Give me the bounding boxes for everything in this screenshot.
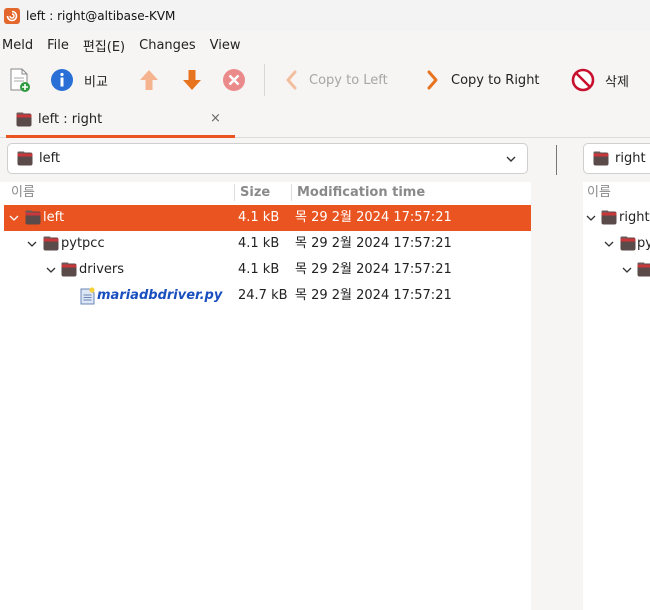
tree-row-name: py	[637, 236, 650, 251]
folder-icon	[25, 210, 41, 225]
menu-edit[interactable]: 편집(E)	[80, 36, 133, 55]
info-icon	[51, 69, 73, 91]
tab-label: left : right	[38, 112, 103, 127]
title-bar: left : right@altibase-KVM	[0, 0, 650, 31]
folder-icon	[61, 262, 77, 277]
compare-button[interactable]: 비교	[50, 65, 108, 95]
toolbar: 비교 Copy to Left Copy to Right 삭제	[0, 59, 650, 101]
toolbar-separator	[264, 64, 265, 96]
menu-bar: Meld File 편집(E) Changes View	[0, 31, 650, 59]
chevron-down-icon[interactable]	[604, 240, 614, 248]
right-path-label: right	[615, 151, 646, 166]
window-title: left : right@altibase-KVM	[26, 8, 176, 23]
stop-button[interactable]	[222, 65, 246, 95]
column-header-name[interactable]: 이름	[11, 182, 35, 204]
tab-close-icon[interactable]: ×	[210, 111, 221, 126]
chevron-left-icon	[286, 70, 297, 90]
folder-icon	[17, 151, 33, 166]
copy-to-right-button[interactable]: Copy to Right	[425, 65, 540, 95]
arrow-up-icon	[140, 70, 158, 90]
path-bar: left right	[0, 138, 650, 182]
folder-icon	[16, 112, 32, 127]
tree-row-mariadbdriver[interactable]: mariadbdriver.py 24.7 kB 목 29 2월 2024 17…	[4, 283, 531, 309]
new-comparison-button[interactable]	[8, 65, 32, 95]
tree-row-left[interactable]: left 4.1 kB 목 29 2월 2024 17:57:21	[4, 205, 531, 231]
tree-row-name: mariadbdriver.py	[97, 288, 223, 303]
column-separator	[234, 184, 235, 201]
chevron-down-icon[interactable]	[27, 240, 37, 248]
chevron-down-icon[interactable]	[586, 214, 596, 222]
copy-to-left-label: Copy to Left	[309, 72, 388, 88]
tree-row-size: 4.1 kB	[238, 262, 280, 277]
column-header-name[interactable]: 이름	[587, 182, 611, 204]
tree-row-right[interactable]: right	[583, 205, 650, 231]
chevron-down-icon[interactable]	[9, 214, 19, 222]
tree-row-size: 4.1 kB	[238, 236, 280, 251]
tree-row-name: drivers	[79, 262, 125, 277]
tab-strip: left : right ×	[0, 101, 650, 138]
menu-file[interactable]: File	[44, 38, 77, 53]
new-file-icon	[80, 287, 95, 305]
column-separator	[291, 184, 292, 201]
right-tree-pane[interactable]: 이름 right py	[583, 182, 650, 610]
menu-meld[interactable]: Meld	[0, 38, 41, 53]
tree-row-name: left	[43, 210, 65, 225]
column-header-mtime[interactable]: Modification time	[297, 182, 425, 204]
delete-button[interactable]: 삭제	[571, 65, 629, 95]
folder-icon	[593, 151, 609, 166]
menu-view[interactable]: View	[207, 38, 249, 53]
tree-row-size: 4.1 kB	[238, 210, 280, 225]
chevron-down-icon	[506, 156, 516, 162]
menu-changes[interactable]: Changes	[136, 38, 204, 53]
meld-app-icon	[4, 7, 20, 24]
new-document-icon	[10, 68, 30, 92]
pane-gutter	[531, 182, 583, 610]
folder-icon	[601, 210, 617, 225]
tree-row-mtime: 목 29 2월 2024 17:57:21	[295, 210, 452, 225]
cancel-icon	[223, 69, 245, 91]
next-change-button[interactable]	[181, 65, 203, 95]
folder-icon	[637, 262, 650, 277]
tree-row-py[interactable]: py	[583, 231, 650, 257]
pane-divider	[556, 145, 557, 175]
tree-row-size: 24.7 kB	[238, 288, 288, 303]
chevron-right-icon	[427, 70, 438, 90]
chevron-down-icon[interactable]	[46, 266, 56, 274]
tree-row-name: pytpcc	[61, 236, 105, 251]
right-path-combo[interactable]: right	[583, 143, 650, 174]
tree-row-mtime: 목 29 2월 2024 17:57:21	[295, 236, 452, 251]
folder-icon	[620, 236, 636, 251]
arrow-down-icon	[183, 70, 201, 90]
delete-label: 삭제	[605, 74, 629, 90]
tree-row-name: right	[619, 210, 650, 225]
tab-left-right[interactable]: left : right ×	[6, 101, 235, 138]
no-entry-icon	[571, 68, 595, 92]
copy-to-left-button[interactable]: Copy to Left	[283, 65, 388, 95]
tree-row-mtime: 목 29 2월 2024 17:57:21	[295, 288, 452, 303]
left-path-label: left	[39, 151, 61, 166]
tree-row-drivers-right[interactable]	[583, 257, 650, 283]
copy-to-right-label: Copy to Right	[451, 72, 540, 88]
left-path-combo[interactable]: left	[7, 143, 528, 174]
compare-label: 비교	[84, 74, 108, 90]
previous-change-button[interactable]	[138, 65, 160, 95]
folder-icon	[43, 236, 59, 251]
chevron-down-icon[interactable]	[622, 266, 632, 274]
tree-row-drivers[interactable]: drivers 4.1 kB 목 29 2월 2024 17:57:21	[4, 257, 531, 283]
tree-row-pytpcc[interactable]: pytpcc 4.1 kB 목 29 2월 2024 17:57:21	[4, 231, 531, 257]
column-header-size[interactable]: Size	[240, 182, 270, 204]
left-tree-pane[interactable]: 이름 Size Modification time left 4.1 kB 목 …	[4, 182, 531, 610]
tree-row-mtime: 목 29 2월 2024 17:57:21	[295, 262, 452, 277]
